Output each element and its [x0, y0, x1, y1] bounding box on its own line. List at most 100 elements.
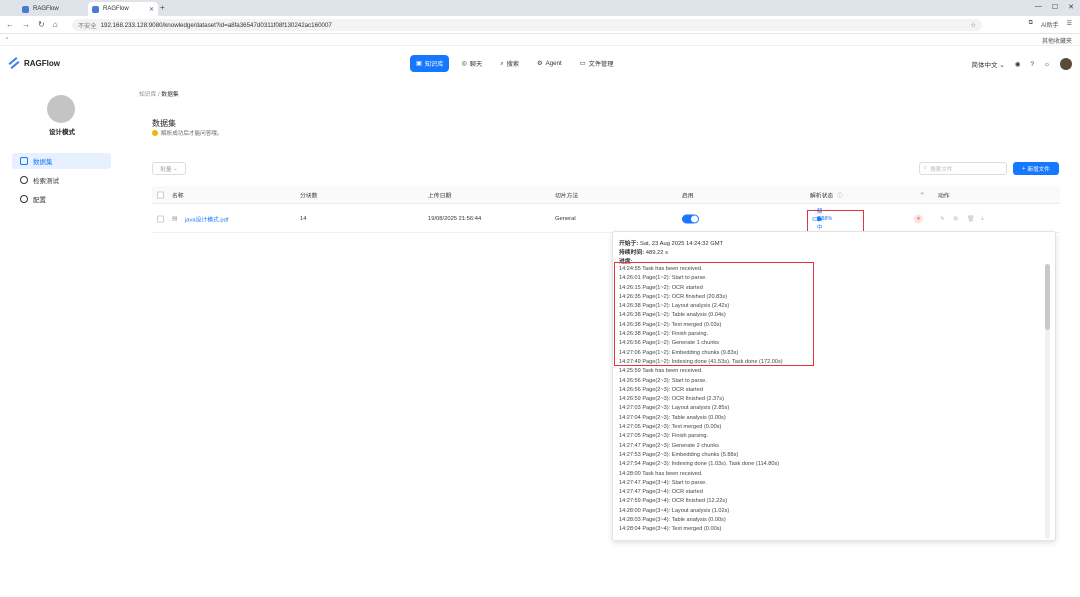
- col-status: 解析状态: [810, 193, 834, 199]
- nav-buttons: ← → ↻ ⌂: [6, 20, 58, 29]
- star-icon[interactable]: ☆: [970, 22, 976, 29]
- add-file-button[interactable]: + 新增文件: [1013, 162, 1059, 175]
- nav-file-manager[interactable]: ▭ 文件管理: [574, 55, 620, 72]
- minimize-icon[interactable]: —: [1035, 3, 1042, 11]
- gear-icon: [20, 195, 28, 203]
- bulk-label: 批量: [160, 166, 172, 173]
- log-line: 14:27:47 Page(2~3): Generate 2 chunks: [619, 442, 719, 449]
- nav-search[interactable]: ⌕ 搜索: [494, 55, 525, 72]
- new-tab-button[interactable]: +: [160, 3, 165, 12]
- log-line: 14:25:59 Task has been received.: [619, 368, 703, 375]
- chat-icon: ◎: [461, 60, 467, 67]
- nav-label: Agent: [545, 60, 562, 67]
- col-name[interactable]: 名称: [172, 190, 184, 199]
- nav-label: 搜索: [506, 61, 520, 68]
- log-line: 14:28:00 Task has been received.: [619, 470, 703, 477]
- brand-logo[interactable]: RAGFlow: [8, 57, 60, 69]
- settings-icon[interactable]: ⚙: [953, 216, 958, 223]
- close-tab-icon[interactable]: ✕: [149, 6, 154, 13]
- browser-tab[interactable]: RAGFlow: [18, 2, 88, 16]
- database-icon: ▣: [416, 60, 422, 67]
- info-icon[interactable]: ⓘ: [837, 190, 843, 199]
- github-icon[interactable]: ◉: [1015, 60, 1021, 68]
- stop-parse-icon[interactable]: ×: [914, 214, 923, 224]
- log-line: 14:27:47 Page(3~4): Start to parse.: [619, 479, 707, 486]
- col-upload-date[interactable]: 上传日期: [428, 190, 451, 199]
- theme-icon[interactable]: ☼: [1044, 61, 1050, 68]
- nav-knowledge-base[interactable]: ▣ 知识库: [410, 55, 450, 72]
- target-icon: [20, 176, 28, 184]
- plus-icon: +: [1022, 165, 1026, 172]
- browser-tabbar: RAGFlow RAGFlow ✕ + — ☐ ✕: [0, 0, 1080, 16]
- page-subtitle: 解析成功后才能问答哦。: [152, 129, 223, 137]
- table-row: ▤ java设计模式.pdf 14 19/08/2025 21:56:44 Ge…: [152, 206, 1060, 233]
- breadcrumb-current: 数据集: [161, 92, 179, 98]
- maximize-icon[interactable]: ☐: [1052, 3, 1058, 11]
- sidebar-item-retrieval-test[interactable]: 检索测试: [12, 172, 111, 188]
- bookmark-folder-icon[interactable]: ▫: [6, 36, 8, 42]
- download-icon[interactable]: ⤓: [981, 216, 984, 223]
- avatar[interactable]: [1060, 58, 1072, 70]
- add-file-label: 新增文件: [1027, 166, 1050, 173]
- pdf-file-icon: ▤: [172, 216, 178, 222]
- log-line: 14:26:59 Page(2~3): OCR finished (2.37s): [619, 396, 724, 403]
- search-input[interactable]: ⌕ 搜索文件: [919, 162, 1007, 175]
- duration-value: 489.22 s: [645, 250, 668, 256]
- ai-assistant-button[interactable]: AI助手: [1041, 20, 1059, 29]
- edit-icon[interactable]: ✎: [940, 216, 945, 223]
- log-scrollbar[interactable]: [1045, 264, 1050, 539]
- home-icon[interactable]: ⌂: [53, 20, 58, 29]
- back-icon[interactable]: ←: [6, 20, 14, 29]
- log-line: 14:27:59 Page(3~4): OCR finished (12.22s…: [619, 498, 728, 505]
- brand-name: RAGFlow: [24, 58, 60, 68]
- close-window-icon[interactable]: ✕: [1068, 3, 1074, 11]
- delete-icon[interactable]: 🗑: [967, 216, 975, 223]
- address-bar[interactable]: 不安全 192.168.233.128:9080/knowledge/datas…: [72, 19, 982, 31]
- scrollbar-thumb[interactable]: [1045, 264, 1050, 330]
- nav-agent[interactable]: ⚙ Agent: [531, 55, 568, 72]
- file-name-link[interactable]: java设计模式.pdf: [185, 215, 229, 224]
- sidebar-item-config[interactable]: 配置: [12, 191, 111, 207]
- agent-icon: ⚙: [537, 60, 543, 67]
- log-line: 14:27:54 Page(2~3): Indexing done (1.03s…: [619, 461, 780, 468]
- other-bookmarks[interactable]: 其他收藏夹: [1042, 36, 1072, 45]
- col-action: 动作: [938, 193, 950, 199]
- log-line: 14:27:05 Page(2~3): Finish parsing.: [619, 433, 709, 440]
- col-chunks[interactable]: 分块数: [300, 190, 317, 199]
- nav-label: 文件管理: [588, 61, 614, 68]
- log-line: 14:27:05 Page(2~3): Text merged (0.00s): [619, 424, 722, 431]
- app-header: RAGFlow ▣ 知识库 ◎ 聊天 ⌕ 搜索 ⚙ Agent ▭ 文件管理 简体中文 ⌄…: [0, 46, 1080, 82]
- bookmarks-bar: ▫ 其他收藏夹: [0, 34, 1080, 46]
- menu-icon[interactable]: ☰: [1067, 20, 1072, 29]
- browser-tab-active[interactable]: RAGFlow ✕: [88, 2, 158, 16]
- nav-label: 知识库: [424, 61, 444, 68]
- sidebar-item-dataset[interactable]: 数据集: [12, 153, 111, 169]
- search-placeholder: 搜索文件: [930, 166, 953, 173]
- nav-chat[interactable]: ◎ 聊天: [455, 55, 488, 72]
- col-enable: 启用: [682, 193, 694, 199]
- breadcrumb-parent[interactable]: 知识库: [139, 92, 156, 98]
- reload-icon[interactable]: ↻: [38, 20, 45, 29]
- extensions-icon[interactable]: ⧉: [1029, 20, 1033, 29]
- select-all-checkbox[interactable]: [157, 191, 164, 198]
- log-line: 14:27:47 Page(3~4): OCR started: [619, 489, 703, 496]
- page-title: 数据集: [152, 119, 176, 128]
- log-highlight-box: [614, 262, 814, 366]
- language-select[interactable]: 简体中文 ⌄: [971, 59, 1004, 69]
- filter-icon[interactable]: ⏷: [920, 191, 925, 198]
- parse-method[interactable]: General: [555, 216, 576, 222]
- log-line: 14:26:56 Page(2~3): OCR started: [619, 386, 703, 393]
- upload-date: 19/08/2025 21:56:44: [428, 216, 482, 222]
- log-line: 14:27:04 Page(2~3): Table analysis (0.00…: [619, 414, 726, 421]
- duration: 持续时间: 489.22 s: [619, 247, 668, 256]
- ragflow-favicon-icon: [22, 5, 29, 13]
- tab-title: RAGFlow: [103, 6, 129, 12]
- bulk-action-button[interactable]: 批量 ⌄: [152, 162, 186, 175]
- forward-icon[interactable]: →: [22, 20, 30, 29]
- folder-icon: ▭: [579, 60, 586, 67]
- sidebar-item-label: 数据集: [33, 159, 53, 166]
- help-icon[interactable]: ?: [1030, 61, 1034, 68]
- row-checkbox[interactable]: [157, 215, 164, 223]
- language-label: 简体中文: [971, 62, 998, 69]
- enable-toggle[interactable]: [682, 214, 699, 224]
